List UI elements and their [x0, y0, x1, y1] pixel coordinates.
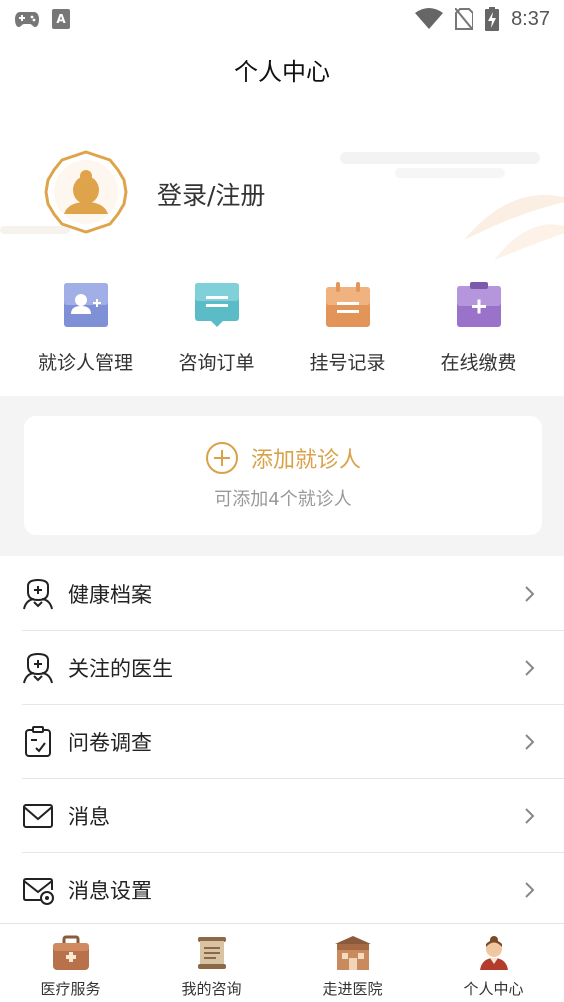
status-bar: A 8:37: [0, 0, 564, 38]
nav-tab-personal-center[interactable]: 个人中心: [423, 924, 564, 1002]
menu-item-message-settings[interactable]: 消息设置: [0, 853, 564, 927]
quick-action-label: 就诊人管理: [37, 352, 133, 374]
avatar[interactable]: [44, 150, 128, 234]
decorative-leaf-icon: [464, 195, 564, 260]
quick-actions: 就诊人管理 咨询订单 挂号记录 在线缴费: [0, 282, 564, 382]
menu-item-label: 健康档案: [68, 583, 152, 607]
chevron-right-icon: [525, 734, 535, 750]
quick-action-label: 挂号记录: [309, 352, 386, 374]
nav-tab-label: 个人中心: [463, 980, 524, 998]
menu-item-label: 问卷调查: [68, 731, 152, 755]
add-patient-label: 添加就诊人: [250, 447, 361, 473]
message-settings-icon: [23, 878, 54, 905]
chevron-right-icon: [525, 660, 535, 676]
decorative-cloud: [340, 152, 540, 164]
chevron-right-icon: [525, 808, 535, 824]
decorative-cloud: [395, 168, 505, 178]
followed-doctor-icon: [23, 652, 53, 684]
chevron-right-icon: [525, 586, 535, 602]
menu-item-survey[interactable]: 问卷调查: [0, 705, 564, 779]
wifi-icon: [415, 8, 444, 29]
add-patient-hint: 可添加4个就诊人: [214, 488, 352, 510]
quick-action-label: 在线缴费: [440, 352, 517, 374]
survey-icon: [25, 726, 51, 757]
plus-circle-icon: [205, 441, 238, 474]
message-icon: [23, 804, 53, 828]
menu-item-health-record[interactable]: 健康档案: [0, 557, 564, 631]
battery-charging-icon: [485, 7, 500, 31]
medical-kit-icon: [52, 935, 89, 970]
gamepad-icon: [15, 12, 39, 27]
quick-action-online-payment[interactable]: 在线缴费: [419, 282, 539, 382]
nav-tab-label: 走进医院: [322, 980, 383, 998]
nav-tab-label: 医疗服务: [40, 980, 101, 998]
quick-action-label: 咨询订单: [178, 352, 255, 374]
menu-item-followed-doctors[interactable]: 关注的医生: [0, 631, 564, 705]
a-keyboard-icon: A: [52, 9, 70, 29]
status-time: 8:37: [511, 7, 550, 30]
menu-item-label: 消息设置: [68, 879, 152, 903]
add-patient-panel: 添加就诊人 可添加4个就诊人: [0, 396, 564, 556]
page-title: 个人中心: [234, 58, 330, 86]
quick-action-patient-management[interactable]: 就诊人管理: [26, 282, 146, 382]
nav-tab-my-consultations[interactable]: 我的咨询: [141, 924, 282, 1002]
nav-tab-visit-hospital[interactable]: 走进医院: [282, 924, 423, 1002]
register-record-icon: [325, 282, 370, 327]
hospital-icon: [334, 936, 371, 970]
profile-section: 登录/注册: [0, 130, 564, 260]
chat-order-icon: [194, 283, 239, 327]
menu-item-label: 关注的医生: [68, 657, 173, 681]
login-register-link[interactable]: 登录/注册: [157, 176, 265, 212]
svg-text:A: A: [56, 12, 66, 26]
add-patient-icon: [63, 283, 108, 327]
person-icon: [479, 936, 508, 970]
no-sim-icon: [455, 8, 474, 30]
quick-action-registration-records[interactable]: 挂号记录: [288, 282, 408, 382]
menu-list: 健康档案 关注的医生 问卷调查 消息 消息设置: [0, 557, 564, 927]
menu-item-label: 消息: [68, 805, 110, 829]
nav-tab-label: 我的咨询: [181, 980, 242, 998]
chevron-right-icon: [525, 882, 535, 898]
menu-item-messages[interactable]: 消息: [0, 779, 564, 853]
online-payment-icon: [456, 282, 501, 327]
bottom-nav: 医疗服务 我的咨询 走进医院 个人中心: [0, 923, 564, 1002]
quick-action-consult-orders[interactable]: 咨询订单: [157, 282, 277, 382]
nav-tab-medical-services[interactable]: 医疗服务: [0, 924, 141, 1002]
health-record-icon: [23, 578, 53, 610]
add-patient-card[interactable]: 添加就诊人 可添加4个就诊人: [24, 416, 542, 535]
scroll-icon: [197, 937, 226, 969]
